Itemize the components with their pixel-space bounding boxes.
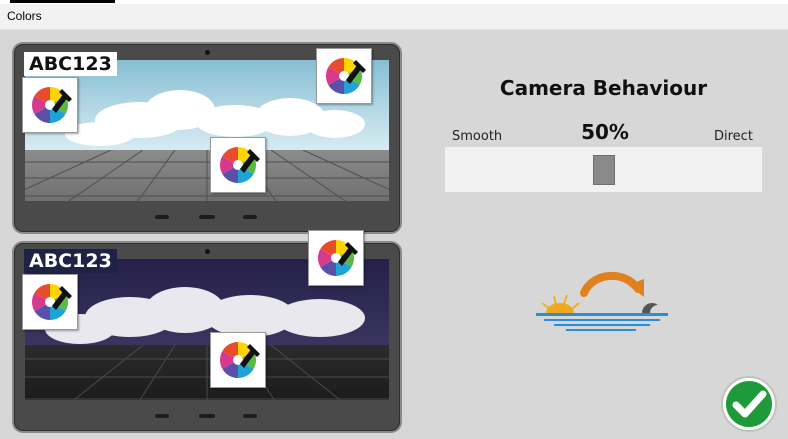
- color-wheel-eyedropper-icon: [31, 284, 72, 320]
- night-sky-color-picker[interactable]: [308, 230, 364, 286]
- night-plate-label: ABC123: [24, 249, 117, 273]
- day-sky-color-picker[interactable]: [316, 48, 372, 104]
- camera-dot: [205, 50, 210, 55]
- camera-behaviour-title: Camera Behaviour: [499, 76, 708, 100]
- color-wheel-eyedropper-icon: [325, 57, 366, 95]
- color-wheel-eyedropper-icon: [31, 86, 72, 124]
- sun-swap-icon: [536, 271, 668, 331]
- top-strip-mark: [10, 0, 115, 3]
- title-bar: Colors: [0, 4, 788, 30]
- slider-min-label: Smooth: [452, 129, 503, 144]
- slider-value: 50%: [581, 120, 629, 144]
- color-wheel-eyedropper-icon: [219, 342, 260, 378]
- color-wheel-eyedropper-icon: [317, 240, 358, 276]
- day-plate-label: ABC123: [24, 52, 117, 76]
- slider-max-label: Direct: [714, 129, 753, 144]
- nav-bar: [15, 412, 399, 422]
- camera-behaviour-slider[interactable]: [445, 147, 762, 192]
- night-top-color-picker[interactable]: [22, 274, 78, 330]
- confirm-button[interactable]: [720, 375, 778, 433]
- night-floor-color-picker[interactable]: [210, 332, 266, 388]
- slider-thumb[interactable]: [593, 155, 615, 185]
- day-top-color-picker[interactable]: [22, 77, 78, 133]
- camera-dot: [205, 249, 210, 254]
- color-wheel-eyedropper-icon: [219, 147, 260, 183]
- night-floor: [25, 344, 389, 400]
- day-floor-color-picker[interactable]: [210, 137, 266, 193]
- window-title: Colors: [7, 9, 42, 23]
- nav-bar: [15, 213, 399, 223]
- day-floor: [25, 149, 389, 201]
